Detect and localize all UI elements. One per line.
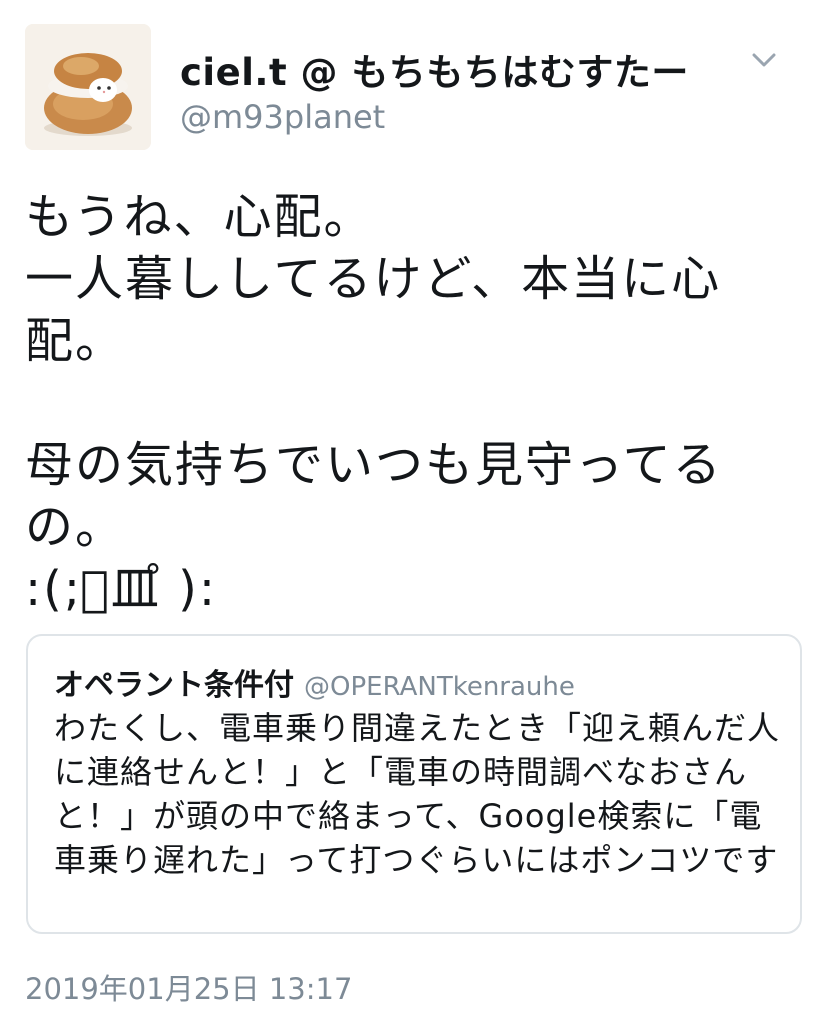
profile-avatar[interactable]: [25, 24, 151, 150]
tweet-text: もうね、心配。 一人暮ししてるけど、本当に心配。 母の気持ちでいつも見守ってるの…: [25, 189, 723, 617]
cream-puff-avatar-icon: [25, 24, 151, 150]
quoted-tweet-card[interactable]: オペラント条件付 @OPERANTkenrauhe わたくし、電車乗り間違えたとき…: [26, 634, 802, 934]
tweet-timestamp: 2019年01月25日 13:17: [25, 972, 353, 1006]
display-name[interactable]: ciel.t @ もちもちはむすたー: [180, 42, 689, 96]
quoted-author-name: オペラント条件付: [54, 668, 294, 703]
user-handle[interactable]: @m93planet: [180, 98, 385, 136]
quoted-tweet-text: わたくし、電車乗り間違えたとき「迎え頼んだ人に連絡せんと！」と「電車の時間調べな…: [54, 709, 781, 879]
tweet-detail: ciel.t @ もちもちはむすたー @m93planet もうね、心配。 一人…: [0, 0, 832, 1024]
chevron-down-icon: [752, 53, 776, 67]
quoted-author-handle: @OPERANTkenrauhe: [304, 672, 575, 702]
tweet-menu-button[interactable]: [748, 48, 780, 72]
quoted-tweet-header: オペラント条件付 @OPERANTkenrauhe: [54, 660, 575, 704]
